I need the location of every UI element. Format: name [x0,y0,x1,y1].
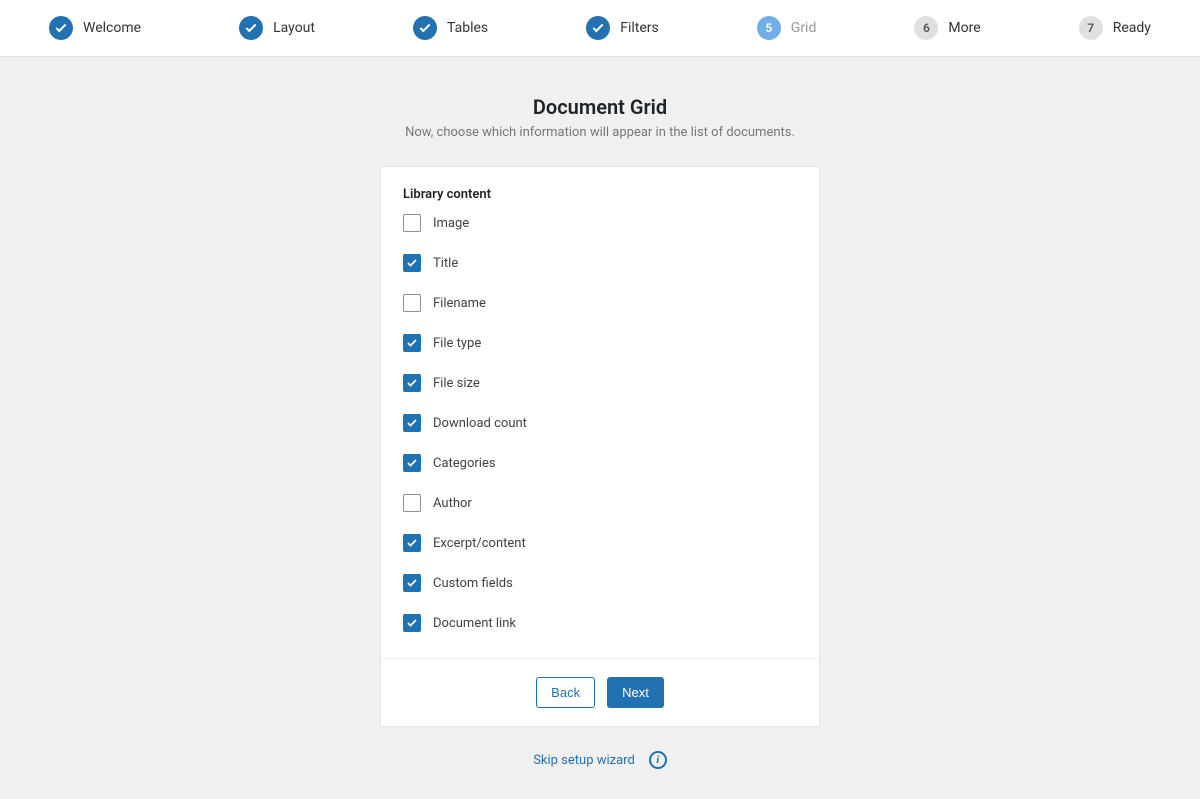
section-label: Library content [403,187,797,202]
field-label: Title [433,256,458,271]
step-more[interactable]: 6 More [914,16,980,40]
step-label: Welcome [83,20,141,36]
check-icon [239,16,263,40]
step-label: Grid [791,20,817,36]
step-welcome[interactable]: Welcome [49,16,141,40]
checkbox-title[interactable] [403,254,421,272]
checkbox-categories[interactable] [403,454,421,472]
field-excerpt: Excerpt/content [403,534,797,552]
field-label: Author [433,496,472,511]
skip-link[interactable]: Skip setup wizard [533,753,635,768]
checkbox-author[interactable] [403,494,421,512]
field-label: Excerpt/content [433,536,526,551]
step-label: Filters [620,20,659,36]
field-title: Title [403,254,797,272]
checkbox-downloadcount[interactable] [403,414,421,432]
back-button[interactable]: Back [536,677,595,708]
check-icon [586,16,610,40]
settings-card: Library content Image Title Filename Fil… [380,166,820,727]
checkbox-image[interactable] [403,214,421,232]
field-customfields: Custom fields [403,574,797,592]
step-tables[interactable]: Tables [413,16,488,40]
next-button[interactable]: Next [607,677,664,708]
check-icon [49,16,73,40]
field-author: Author [403,494,797,512]
field-label: File size [433,376,480,391]
step-layout[interactable]: Layout [239,16,315,40]
field-label: Document link [433,616,516,631]
checkbox-filename[interactable] [403,294,421,312]
step-filters[interactable]: Filters [586,16,659,40]
field-label: Image [433,216,469,231]
step-number: 6 [914,16,938,40]
step-label: Ready [1113,20,1151,36]
field-documentlink: Document link [403,614,797,632]
card-footer: Back Next [381,658,819,726]
checkbox-customfields[interactable] [403,574,421,592]
field-filename: Filename [403,294,797,312]
field-filesize: File size [403,374,797,392]
field-image: Image [403,214,797,232]
field-label: Custom fields [433,576,513,591]
wizard-stepper: Welcome Layout Tables Filters 5 Grid 6 M… [0,0,1200,57]
field-label: Filename [433,296,486,311]
page-subtitle: Now, choose which information will appea… [0,125,1200,140]
field-label: Download count [433,416,527,431]
info-icon[interactable]: i [649,751,667,769]
step-number: 5 [757,16,781,40]
step-label: More [948,20,980,36]
field-categories: Categories [403,454,797,472]
check-icon [413,16,437,40]
field-downloadcount: Download count [403,414,797,432]
step-number: 7 [1079,16,1103,40]
field-label: File type [433,336,481,351]
step-label: Layout [273,20,315,36]
checkbox-documentlink[interactable] [403,614,421,632]
checkbox-filetype[interactable] [403,334,421,352]
field-label: Categories [433,456,496,471]
step-grid[interactable]: 5 Grid [757,16,817,40]
field-filetype: File type [403,334,797,352]
checkbox-excerpt[interactable] [403,534,421,552]
step-label: Tables [447,20,488,36]
checkbox-filesize[interactable] [403,374,421,392]
step-ready[interactable]: 7 Ready [1079,16,1151,40]
skip-row: Skip setup wizard i [0,751,1200,769]
page-title: Document Grid [0,95,1200,119]
